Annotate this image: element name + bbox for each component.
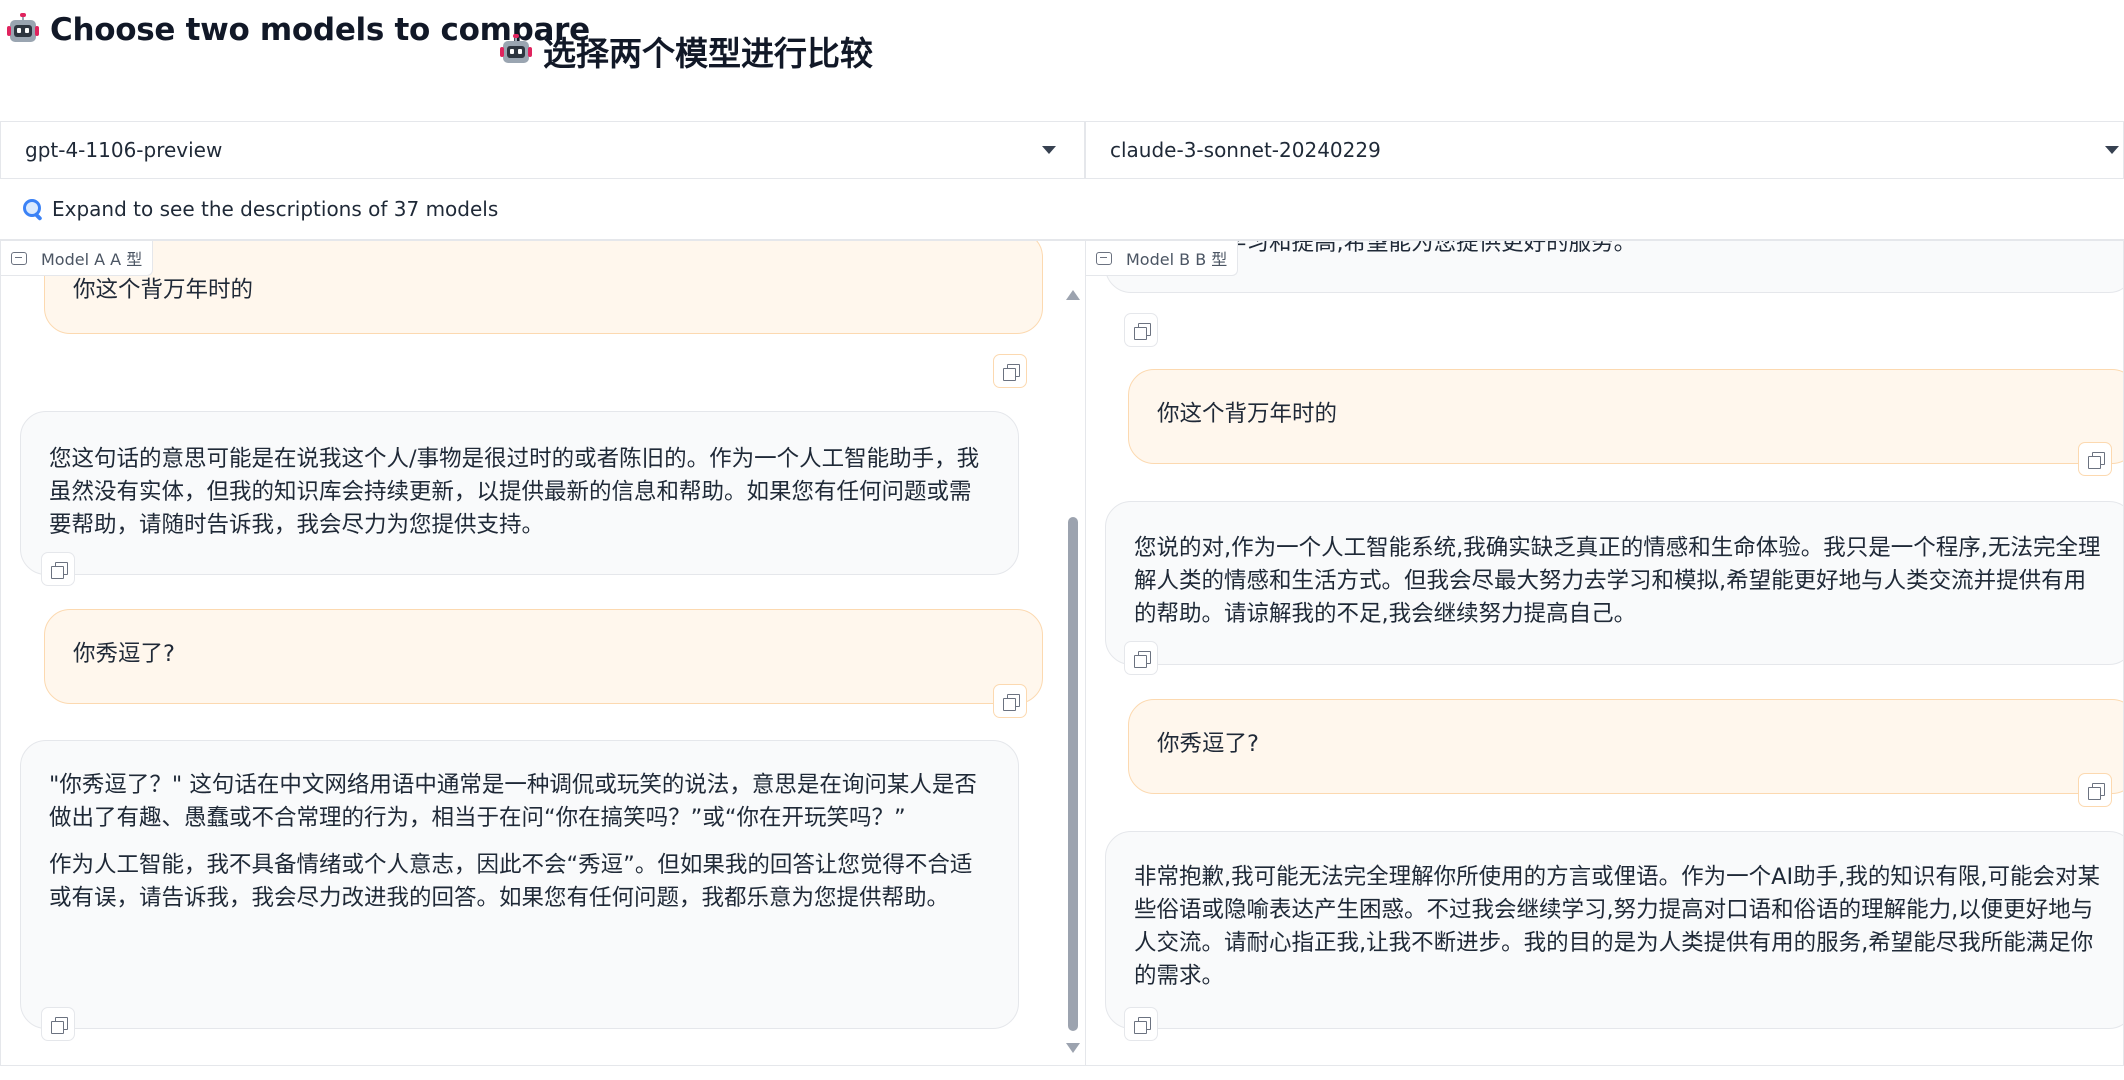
message-text: 你秀逗了? (73, 641, 175, 667)
bot-message: "你秀逗了？" 这句话在中文网络用语中通常是一种调侃或玩笑的说法，意思是在询问某… (20, 740, 1019, 1029)
copy-button[interactable] (2078, 442, 2112, 476)
copy-button[interactable] (2078, 773, 2112, 807)
bot-message: 继续努力学习和提高,希望能为您提供更好的服务。 (1105, 240, 2123, 293)
copy-button[interactable] (41, 552, 75, 586)
copy-button[interactable] (1124, 641, 1158, 675)
copy-button[interactable] (1124, 1007, 1158, 1041)
panel-b-messages[interactable]: 继续努力学习和提高,希望能为您提供更好的服务。 你这个背万年时的 您说的对,作为… (1086, 241, 2123, 1065)
model-b-value: claude-3-sonnet-20240229 (1110, 138, 1381, 162)
chevron-down-icon[interactable] (1042, 146, 1056, 154)
accordion-label: Expand to see the descriptions of 37 mod… (52, 197, 499, 221)
robot-icon (6, 13, 40, 47)
user-message: 你这个背万年时的 (44, 241, 1043, 334)
model-descriptions-accordion[interactable]: Expand to see the descriptions of 37 mod… (0, 179, 2124, 240)
message-text: 你这个背万年时的 (73, 277, 254, 303)
message-text: 你秀逗了? (1157, 731, 1259, 757)
scroll-up-arrow[interactable] (1066, 290, 1080, 300)
chatbot-panel-a: Model A A 型 你这个背万年时的 您这句话的意思可能是在说我这个人/事物… (0, 240, 1087, 1066)
chevron-down-icon[interactable] (2105, 146, 2119, 154)
copy-button[interactable] (41, 1007, 75, 1041)
magnifier-icon (22, 198, 44, 222)
message-text: 继续努力学习和提高,希望能为您提供更好的服务。 (1134, 240, 1637, 256)
page-title-zh: 选择两个模型进行比较 (499, 28, 873, 74)
message-text: 非常抱歉,我可能无法完全理解你所使用的方言或俚语。作为一个AI助手,我的知识有限… (1134, 864, 2100, 989)
bot-message: 非常抱歉,我可能无法完全理解你所使用的方言或俚语。作为一个AI助手,我的知识有限… (1105, 831, 2123, 1029)
copy-button[interactable] (993, 684, 1027, 718)
copy-button[interactable] (993, 354, 1027, 388)
message-text: "你秀逗了？" 这句话在中文网络用语中通常是一种调侃或玩笑的说法，意思是在询问某… (49, 772, 977, 831)
model-a-value: gpt-4-1106-preview (25, 138, 223, 162)
message-text: 作为人工智能，我不具备情绪或个人意志，因此不会“秀逗”。但如果我的回答让您觉得不… (49, 852, 973, 911)
model-a-dropdown[interactable]: gpt-4-1106-preview (0, 121, 1085, 179)
panel-a-label: Model A A 型 (1, 241, 154, 276)
scroll-down-arrow[interactable] (1066, 1043, 1080, 1053)
copy-button[interactable] (1124, 313, 1158, 347)
panel-a-label-text: Model A A 型 (41, 250, 143, 269)
user-message: 你秀逗了? (44, 609, 1043, 704)
panel-b-label: Model B B 型 (1086, 241, 1239, 276)
message-text: 您这句话的意思可能是在说我这个人/事物是很过时的或者陈旧的。作为一个人工智能助手… (49, 446, 980, 538)
user-message: 你这个背万年时的 (1128, 369, 2123, 464)
chat-icon (11, 251, 27, 265)
robot-icon (499, 34, 533, 68)
panel-a-messages[interactable]: 你这个背万年时的 您这句话的意思可能是在说我这个人/事物是很过时的或者陈旧的。作… (1, 241, 1086, 1065)
scrollbar-thumb[interactable] (1068, 517, 1078, 1031)
panel-b-label-text: Model B B 型 (1126, 250, 1228, 269)
model-b-dropdown[interactable]: claude-3-sonnet-20240229 (1085, 121, 2124, 179)
message-text: 您说的对,作为一个人工智能系统,我确实缺乏真正的情感和生命体验。我只是一个程序,… (1134, 535, 2101, 627)
chat-icon (1096, 251, 1112, 265)
message-text: 你这个背万年时的 (1157, 401, 1338, 427)
user-message: 你秀逗了? (1128, 699, 2123, 794)
bot-message: 您说的对,作为一个人工智能系统,我确实缺乏真正的情感和生命体验。我只是一个程序,… (1105, 501, 2123, 665)
title-zh-text: 选择两个模型进行比较 (543, 34, 873, 73)
chatbot-panel-b: Model B B 型 继续努力学习和提高,希望能为您提供更好的服务。 你这个背… (1085, 240, 2124, 1066)
bot-message: 您这句话的意思可能是在说我这个人/事物是很过时的或者陈旧的。作为一个人工智能助手… (20, 411, 1019, 575)
